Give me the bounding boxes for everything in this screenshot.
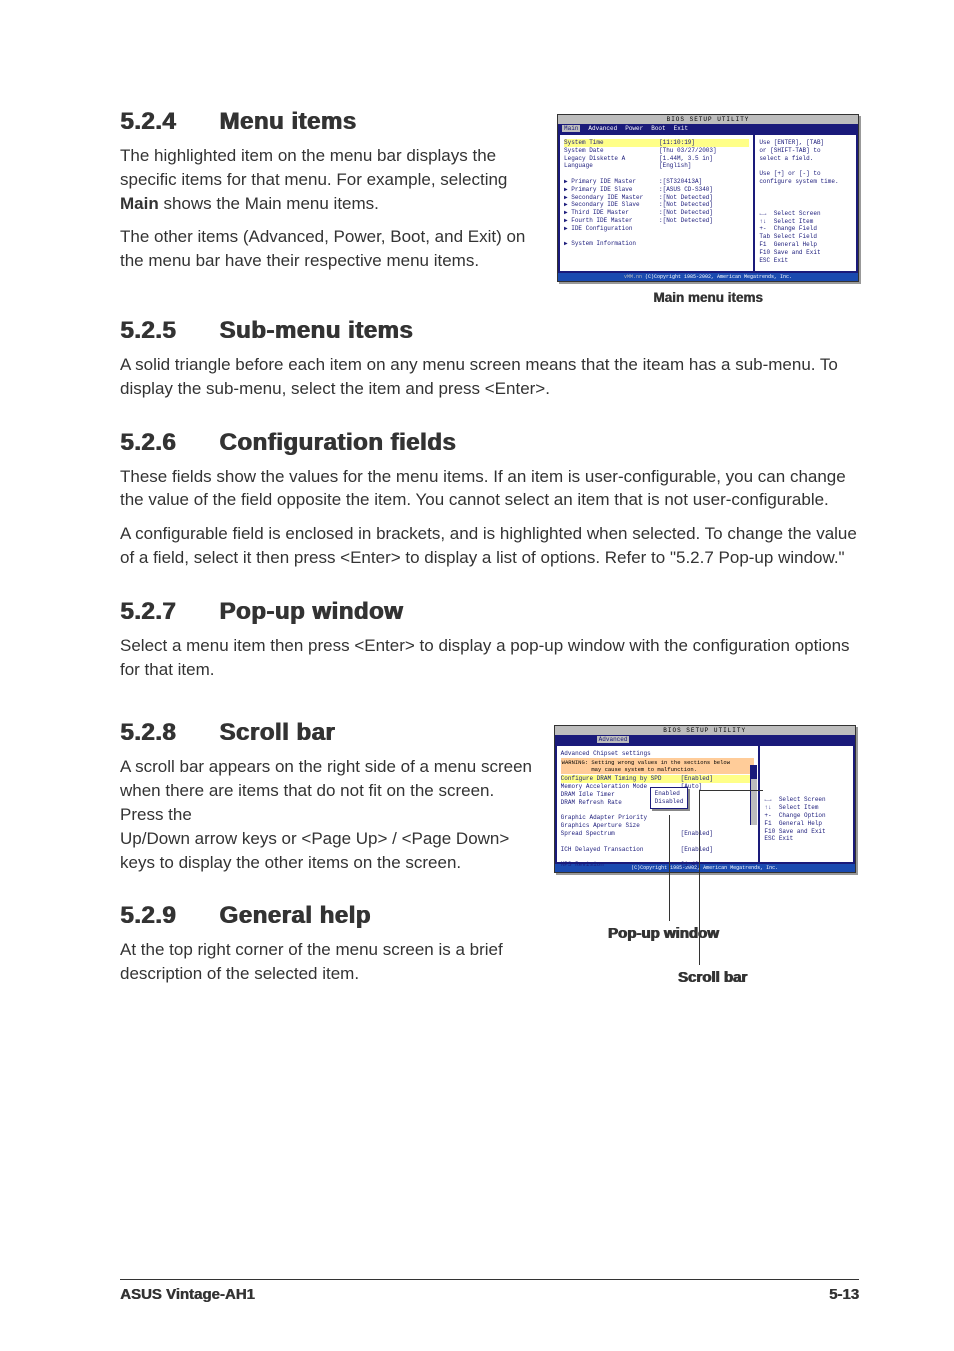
bios1-row[interactable]: Language[English] — [564, 162, 749, 170]
bios1-tab-main[interactable]: Main — [562, 125, 580, 132]
bios1-tab-advanced[interactable]: Advanced — [588, 125, 617, 132]
col-left-524: 5.2.4 Menu items The highlighted item on… — [120, 80, 537, 283]
bios1-row[interactable]: ▶ Secondary IDE Slave:[Not Detected] — [564, 201, 749, 209]
bottom-labels: Pop-up window Scroll bar — [554, 885, 859, 975]
heading-529-num: 5.2.9 — [120, 902, 212, 930]
heading-525-num: 5.2.5 — [120, 317, 212, 345]
heading-526: 5.2.6 Configuration fields — [120, 429, 859, 457]
row-524: 5.2.4 Menu items The highlighted item on… — [120, 80, 859, 305]
heading-524-num: 5.2.4 — [120, 108, 212, 136]
bios1-topbar: BIOS SETUP UTILITY — [558, 115, 858, 124]
bios2-row[interactable]: Spread Spectrum[Enabled] — [561, 830, 755, 838]
p-527-1: Select a menu item then press <Enter> to… — [120, 634, 859, 682]
caption-popup-window: Pop-up window — [608, 925, 719, 942]
bios1: BIOS SETUP UTILITY Main Advanced Power B… — [557, 114, 859, 282]
bios2-warning: WARNING: Setting wrong values in the sec… — [561, 758, 755, 774]
bios1-wrap: BIOS SETUP UTILITY Main Advanced Power B… — [557, 114, 859, 305]
footer-right: 5-13 — [829, 1286, 859, 1303]
bios1-row[interactable] — [564, 233, 749, 241]
bios1-right-panel: Use [ENTER], [TAB] or [SHIFT-TAB] to sel… — [755, 135, 856, 271]
bios2-scrollbar[interactable] — [750, 765, 757, 825]
bios1-right-bottom: ←→ Select Screen ↑↓ Select Item +- Chang… — [759, 210, 852, 265]
heading-527-title: Pop-up window — [219, 598, 403, 625]
bios2-row[interactable]: Configure DRAM Timing by SPD[Enabled] — [561, 775, 755, 783]
bios2-row[interactable]: ICH Delayed Transaction[Enabled] — [561, 846, 755, 854]
heading-529: 5.2.9 General help — [120, 902, 534, 930]
bios1-row[interactable]: ▶ Primary IDE Slave:[ASUS CD-S340] — [564, 186, 749, 194]
bios1-row[interactable]: ▶ Third IDE Master:[Not Detected] — [564, 209, 749, 217]
page-footer: ASUS Vintage-AH1 5-13 — [120, 1279, 859, 1303]
heading-527-num: 5.2.7 — [120, 598, 212, 626]
bios2-tab-advanced[interactable]: Advanced — [597, 736, 630, 743]
bios1-tab-power[interactable]: Power — [625, 125, 643, 132]
bios2-row[interactable]: Graphics Aperture Size — [561, 822, 755, 830]
callout-scroll-line-h — [699, 790, 763, 791]
bios1-left-panel[interactable]: System Time[11:10:19]System Date[Thu 03/… — [560, 135, 753, 271]
bios2-menubar-pad — [559, 736, 589, 743]
bios1-row[interactable]: System Date[Thu 03/27/2003] — [564, 147, 749, 155]
bios1-row[interactable]: Legacy Diskette A[1.44M, 3.5 in] — [564, 155, 749, 163]
bios2-grid: Advanced Chipset settings WARNING: Setti… — [555, 744, 855, 864]
bios2-row[interactable] — [561, 838, 755, 846]
bios2: BIOS SETUP UTILITY Advanced Advanced Chi… — [554, 725, 856, 873]
p-524-1c: shows the Main menu items. — [159, 194, 379, 213]
caption-main-menu: Main menu items — [557, 290, 859, 305]
heading-526-title: Configuration fields — [219, 429, 456, 456]
bios1-row[interactable]: ▶ Secondary IDE Master:[Not Detected] — [564, 194, 749, 202]
row-528: 5.2.8 Scroll bar A scroll bar appears on… — [120, 691, 859, 996]
heading-527: 5.2.7 Pop-up window — [120, 598, 859, 626]
bios2-right-panel: ←→ Select Screen ↑↓ Select Item +- Chang… — [760, 746, 852, 862]
page: 5.2.4 Menu items The highlighted item on… — [0, 0, 954, 1351]
bios1-tab-exit[interactable]: Exit — [674, 125, 688, 132]
heading-529-title: General help — [219, 902, 370, 929]
bios1-row[interactable]: ▶ System Information — [564, 240, 749, 248]
bios1-row[interactable]: ▶ Primary IDE Master:[ST320413A] — [564, 178, 749, 186]
bios2-row[interactable] — [561, 853, 755, 861]
p-528-1: A scroll bar appears on the right side o… — [120, 755, 534, 826]
p-524-1: The highlighted item on the menu bar dis… — [120, 144, 537, 215]
bios2-popup-lines[interactable]: Enabled Disabled — [655, 790, 684, 806]
bios1-bottombar-a: (C)Copyright 1985-2002, American Megatre… — [645, 274, 792, 280]
bios2-right-bottom: ←→ Select Screen ↑↓ Select Item +- Chang… — [764, 796, 848, 843]
bios2-panel-title: Advanced Chipset settings — [561, 750, 755, 757]
footer-left: ASUS Vintage-AH1 — [120, 1286, 255, 1303]
p-528-2: Up/Down arrow keys or <Page Up> / <Page … — [120, 827, 534, 875]
bios2-popup[interactable]: Enabled Disabled — [650, 787, 689, 809]
callout-popup-line — [669, 815, 670, 921]
bios1-row[interactable]: ▶ IDE Configuration — [564, 225, 749, 233]
col-left-528: 5.2.8 Scroll bar A scroll bar appears on… — [120, 691, 534, 996]
p-526-1: These fields show the values for the men… — [120, 465, 859, 513]
heading-525: 5.2.5 Sub-menu items — [120, 317, 859, 345]
bios2-left-panel[interactable]: Advanced Chipset settings WARNING: Setti… — [557, 746, 759, 862]
heading-528-num: 5.2.8 — [120, 719, 212, 747]
p-524-1b: Main — [120, 194, 159, 213]
bios1-menubar[interactable]: Main Advanced Power Boot Exit — [558, 124, 858, 133]
heading-524: 5.2.4 Menu items — [120, 108, 537, 136]
p-529-1: At the top right corner of the menu scre… — [120, 938, 534, 986]
heading-525-title: Sub-menu items — [219, 317, 413, 344]
bios2-topbar: BIOS SETUP UTILITY — [555, 726, 855, 735]
p-526-2: A configurable field is enclosed in brac… — [120, 522, 859, 570]
bios2-scrollbar-thumb[interactable] — [751, 765, 757, 779]
bios2-row[interactable]: Graphic Adapter Priority — [561, 814, 755, 822]
bios1-right-top: Use [ENTER], [TAB] or [SHIFT-TAB] to sel… — [759, 139, 852, 186]
bios1-tab-boot[interactable]: Boot — [651, 125, 665, 132]
bios1-grid: System Time[11:10:19]System Date[Thu 03/… — [558, 133, 858, 273]
bios1-bottombar: vMM.nn (C)Copyright 1985-2002, American … — [558, 273, 858, 281]
heading-526-num: 5.2.6 — [120, 429, 212, 457]
bios2-wrap: BIOS SETUP UTILITY Advanced Advanced Chi… — [554, 725, 859, 975]
bios2-row[interactable]: MPS Revision[1.4] — [561, 861, 755, 869]
bios1-row[interactable]: ▶ Fourth IDE Master:[Not Detected] — [564, 217, 749, 225]
heading-528: 5.2.8 Scroll bar — [120, 719, 534, 747]
caption-scroll-bar: Scroll bar — [678, 969, 747, 986]
p-524-1a: The highlighted item on the menu bar dis… — [120, 146, 507, 189]
bios1-row[interactable]: System Time[11:10:19] — [564, 139, 749, 147]
p-524-2: The other items (Advanced, Power, Boot, … — [120, 225, 537, 273]
bios2-menubar[interactable]: Advanced — [555, 735, 855, 744]
heading-528-title: Scroll bar — [219, 719, 335, 746]
bios1-bottombar-b: vMM.nn — [624, 274, 642, 280]
p-525-1: A solid triangle before each item on any… — [120, 353, 859, 401]
bios1-row[interactable] — [564, 170, 749, 178]
heading-524-title: Menu items — [219, 108, 356, 135]
